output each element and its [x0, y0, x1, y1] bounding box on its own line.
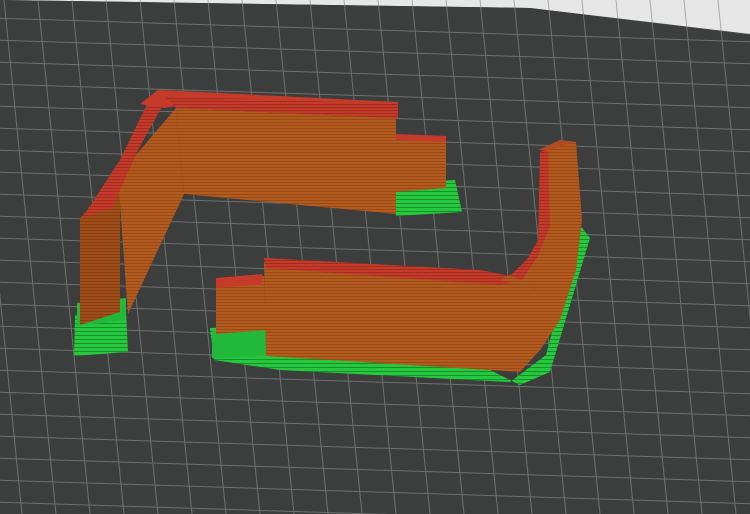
left-extension [396, 136, 446, 192]
3d-scene[interactable] [0, 0, 750, 514]
gcode-preview-viewport[interactable] [0, 0, 750, 514]
